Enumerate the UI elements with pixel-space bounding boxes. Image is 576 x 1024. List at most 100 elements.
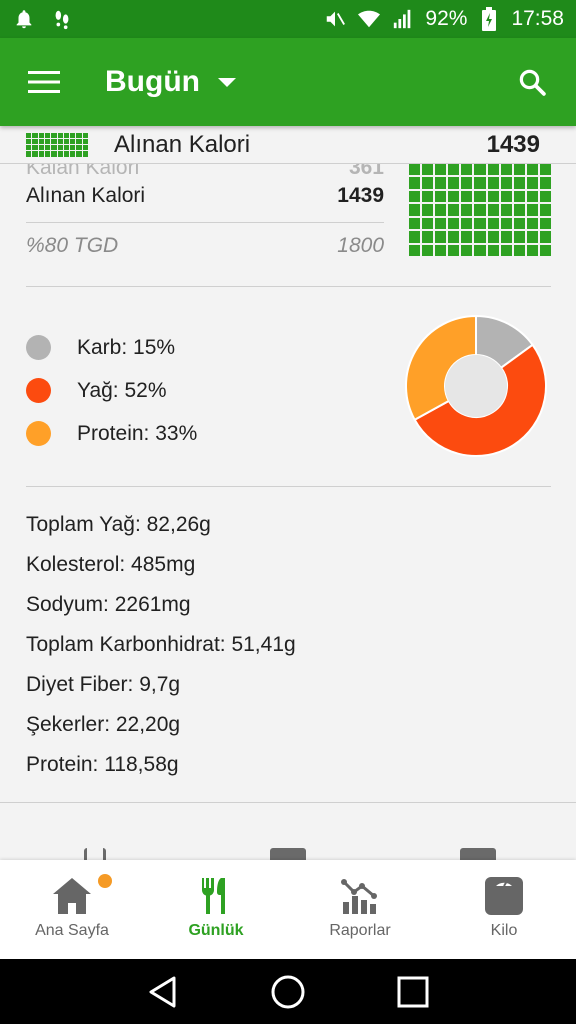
grid-cell — [82, 132, 88, 138]
grid-cell — [539, 217, 551, 230]
date-selector[interactable]: Bugün — [105, 65, 236, 99]
divider — [26, 286, 551, 287]
bottom-navigation: Ana Sayfa Günlük Raporlar Kilo — [0, 860, 576, 959]
grid-cell — [539, 190, 551, 203]
nutrient-list: Toplam Yağ: 82,26g Kolesterol: 485mg Sodyu… — [26, 510, 296, 790]
system-navigation-bar — [0, 959, 576, 1024]
tgd-value: 1800 — [337, 234, 384, 257]
nutrient-item: Protein: 118,58g — [26, 753, 179, 776]
grid-cell — [461, 190, 473, 203]
nav-item-weight[interactable]: Kilo — [432, 860, 576, 959]
grid-cell — [513, 204, 525, 216]
donut-hole — [445, 355, 507, 417]
grid-cell — [513, 190, 525, 203]
grid-cell — [526, 244, 538, 256]
nav-item-diary[interactable]: Günlük — [144, 860, 288, 959]
grid-cell — [38, 151, 44, 157]
grid-cell — [500, 177, 512, 189]
grid-cell — [76, 145, 82, 151]
grid-cell — [38, 132, 44, 138]
nutrient-item: Toplam Yağ: 82,26g — [26, 513, 211, 536]
grid-cell — [82, 138, 88, 144]
menu-button[interactable] — [0, 38, 88, 126]
nav-label: Kilo — [490, 922, 518, 939]
status-bar: 92% 17:58 — [0, 0, 576, 38]
grid-cell — [422, 244, 434, 256]
intake-calories-value: 1439 — [337, 184, 384, 207]
nav-item-reports[interactable]: Raporlar — [288, 860, 432, 959]
scale-icon — [270, 848, 306, 860]
grid-cell — [513, 177, 525, 189]
legend-label: Protein: 33% — [77, 421, 198, 445]
mini-calorie-grid-icon — [26, 132, 88, 157]
diary-summary-content[interactable]: Kalan Kalori 361 Alınan Kalori 1439 %80 … — [0, 126, 576, 860]
macro-legend: Karb: 15% Yağ: 52% Protein: 33% — [26, 326, 197, 455]
protein-dot-icon — [26, 421, 51, 446]
grid-cell — [63, 145, 70, 151]
grid-cell — [409, 244, 421, 256]
grid-cell — [513, 244, 525, 256]
grid-cell — [435, 190, 447, 203]
nutrient-item: Toplam Karbonhidrat: 51,41g — [26, 633, 296, 656]
grid-cell — [487, 177, 499, 189]
grid-cell — [474, 231, 486, 243]
grid-cell — [513, 164, 525, 176]
grid-cell — [44, 145, 51, 151]
grid-cell — [422, 204, 434, 216]
grid-cell — [26, 151, 32, 157]
nav-label: Raporlar — [329, 922, 391, 939]
grid-cell — [44, 151, 51, 157]
grid-cell — [487, 190, 499, 203]
chevron-down-icon — [217, 77, 236, 87]
notification-badge — [98, 874, 112, 888]
grid-cell — [32, 138, 38, 144]
back-button[interactable] — [143, 972, 183, 1012]
grid-cell — [422, 190, 434, 203]
grid-cell — [526, 177, 538, 189]
grid-cell — [461, 244, 473, 256]
grid-cell — [32, 151, 38, 157]
grid-cell — [448, 190, 460, 203]
battery-percent: 92% — [425, 7, 468, 30]
grid-cell — [461, 204, 473, 216]
app-bar: Bugün — [0, 38, 576, 126]
bell-icon — [12, 7, 36, 31]
recents-square-icon — [397, 976, 429, 1007]
grid-cell — [526, 164, 538, 176]
grid-cell — [435, 244, 447, 256]
grid-cell — [448, 244, 460, 256]
grid-cell — [26, 145, 32, 151]
grid-cell — [474, 244, 486, 256]
grid-cell — [409, 177, 421, 189]
home-icon — [53, 878, 91, 914]
grid-cell — [63, 138, 70, 144]
fork-knife-icon — [202, 878, 225, 914]
macro-donut-chart — [405, 314, 547, 457]
grid-cell — [422, 231, 434, 243]
intake-calories-label: Alınan Kalori — [26, 184, 146, 207]
grid-cell — [539, 177, 551, 189]
recents-button[interactable] — [393, 972, 433, 1012]
grid-cell — [487, 217, 499, 230]
grid-cell — [487, 204, 499, 216]
nav-label: Ana Sayfa — [35, 922, 109, 939]
chart-icon — [341, 879, 377, 914]
grid-cell — [539, 164, 551, 176]
grid-cell — [526, 231, 538, 243]
grid-cell — [448, 177, 460, 189]
grid-cell — [526, 190, 538, 203]
search-icon — [519, 69, 546, 96]
grid-cell — [526, 217, 538, 230]
search-button[interactable] — [488, 38, 576, 126]
nav-item-home[interactable]: Ana Sayfa — [0, 860, 144, 959]
grid-cell — [448, 217, 460, 230]
grid-cell — [51, 151, 57, 157]
grid-cell — [500, 217, 512, 230]
legend-label: Karb: 15% — [77, 335, 176, 359]
grid-cell — [448, 204, 460, 216]
home-button[interactable] — [268, 972, 308, 1012]
nutrient-item: Sodyum: 2261mg — [26, 593, 191, 616]
grid-cell — [44, 138, 51, 144]
grid-cell — [513, 231, 525, 243]
grid-cell — [461, 217, 473, 230]
